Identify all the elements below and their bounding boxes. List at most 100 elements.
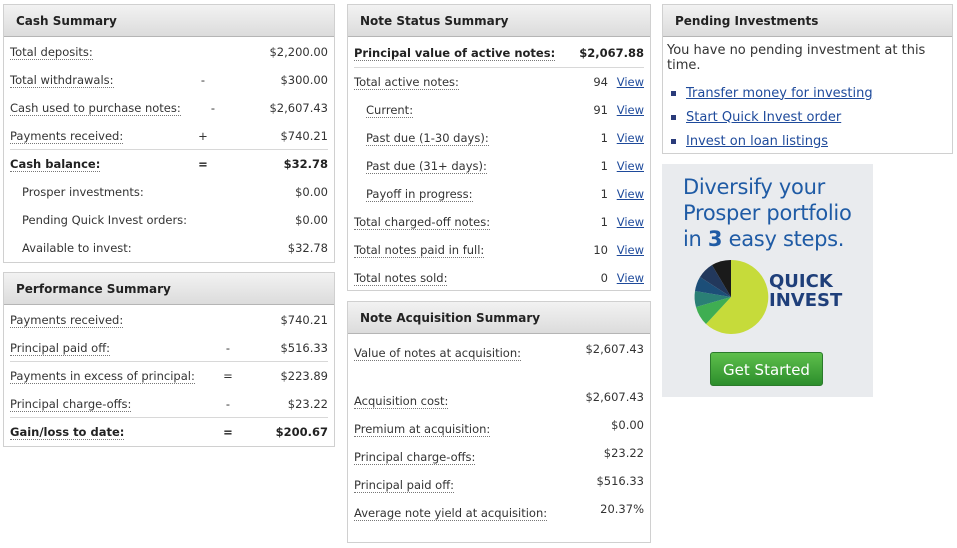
note-label[interactable]: Total notes sold: [354,270,448,286]
view-link[interactable]: View [617,215,644,229]
cash-value: $32.78 [283,156,328,171]
acq-row: Principal charge-offs: $23.22 [354,438,644,466]
perf-row: Payments received: $740.21 [10,305,328,333]
ad-headline-line: in 3 easy steps. [683,226,852,252]
acq-label[interactable]: Acquisition cost: [354,394,449,409]
cash-row-total-deposits: Total deposits: $2,200.00 [10,37,328,65]
acq-row: Value of notes at acquisition: $2,607.43 [354,334,644,382]
cash-label[interactable]: Payments received: [10,128,124,144]
acq-row: Premium at acquisition: $0.00 [354,410,644,438]
bullet-icon [671,114,676,120]
perf-label[interactable]: Gain/loss to date: [10,424,125,440]
pending-message: You have no pending investment at this t… [667,43,926,73]
cash-row-total-withdrawals: Total withdrawals: - $300.00 [10,65,328,93]
note-row: Payoff in progress: 1 View [354,179,644,207]
principal-active-label[interactable]: Principal value of active notes: [354,45,556,61]
perf-value: $223.89 [280,368,328,383]
view-link[interactable]: View [617,271,644,285]
cash-value: $32.78 [287,240,328,255]
pending-investments-panel: Pending Investments You have no pending … [662,4,953,154]
cash-row-payments-received: Payments received: + $740.21 [10,121,328,149]
cash-row-available-to-invest: Available to invest: $32.78 [10,233,328,261]
cash-value: $2,200.00 [269,44,328,59]
quick-invest-ad[interactable]: Diversify your Prosper portfolio in 3 ea… [662,164,873,397]
performance-summary-panel: Performance Summary Payments received: $… [3,272,335,447]
note-row: Total active notes: 94 View [354,67,644,95]
perf-label[interactable]: Principal paid off: [10,340,110,356]
perf-op: - [225,396,231,411]
note-label[interactable]: Current: [366,102,414,118]
note-label[interactable]: Payoff in progress: [366,186,473,202]
cash-label: Prosper investments: [22,184,144,199]
cash-row-pending-quick-invest: Pending Quick Invest orders: $0.00 [10,205,328,233]
acq-value: $516.33 [596,474,644,488]
bullet-icon [671,90,676,96]
cash-value: $0.00 [295,184,328,199]
view-link[interactable]: View [617,243,644,257]
perf-value: $200.67 [275,424,328,439]
cash-value: $0.00 [295,212,328,227]
get-started-button[interactable]: Get Started [710,352,823,386]
cash-label[interactable]: Total withdrawals: [10,72,114,88]
view-link[interactable]: View [617,103,644,117]
cash-row-prosper-investments: Prosper investments: $0.00 [10,177,328,205]
cash-op: - [210,100,216,115]
ad-headline: Diversify your Prosper portfolio in 3 ea… [683,174,852,252]
acq-label[interactable]: Principal charge-offs: [354,450,476,465]
cash-label[interactable]: Total deposits: [10,44,93,60]
note-label[interactable]: Total active notes: [354,74,459,90]
note-count: 94 [593,74,608,89]
pending-investments-title: Pending Investments [663,5,952,37]
pie-chart-icon [694,259,769,334]
ad-headline-line: Diversify your [683,175,825,199]
perf-label[interactable]: Payments received: [10,312,124,328]
acq-row: Principal paid off: $516.33 [354,466,644,494]
transfer-money-link[interactable]: Transfer money for investing [686,86,873,101]
start-quick-invest-link[interactable]: Start Quick Invest order [686,110,841,125]
perf-row: Principal paid off: - $516.33 [10,333,328,361]
principal-active-row: Principal value of active notes: $2,067.… [354,37,644,67]
acq-label[interactable]: Premium at acquisition: [354,422,491,437]
note-label[interactable]: Total charged-off notes: [354,214,491,230]
cash-label[interactable]: Cash balance: [10,156,101,172]
note-count: 0 [600,270,608,285]
cash-op: + [198,128,208,143]
note-status-summary-panel: Note Status Summary Principal value of a… [347,4,651,291]
acq-label[interactable]: Value of notes at acquisition: [354,346,521,361]
cash-row-balance: Cash balance: = $32.78 [10,149,328,177]
logo-line: QUICK [769,271,833,292]
performance-summary-title: Performance Summary [4,273,334,305]
note-count: 1 [600,130,608,145]
acq-label[interactable]: Average note yield at acquisition: [354,506,548,521]
ad-number: 3 [707,227,723,251]
view-link[interactable]: View [617,159,644,173]
note-acquisition-summary-title: Note Acquisition Summary [348,302,650,334]
note-label[interactable]: Past due (31+ days): [366,158,487,174]
note-label[interactable]: Past due (1-30 days): [366,130,489,146]
acq-value: 20.37% [600,502,644,516]
note-label[interactable]: Total notes paid in full: [354,242,485,258]
perf-label[interactable]: Principal charge-offs: [10,396,132,412]
cash-label: Available to invest: [22,240,132,255]
view-link[interactable]: View [617,75,644,89]
view-link[interactable]: View [617,187,644,201]
perf-op: - [225,340,231,355]
cash-label[interactable]: Cash used to purchase notes: [10,100,181,116]
pending-link-item: Invest on loan listings [671,129,948,153]
logo-line: INVEST [769,290,843,311]
perf-label[interactable]: Payments in excess of principal: [10,368,195,384]
cash-row-used-to-purchase: Cash used to purchase notes: - $2,607.43 [10,93,328,121]
acq-label[interactable]: Principal paid off: [354,478,454,493]
note-count: 91 [593,102,608,117]
quick-invest-logo: QUICK INVEST [769,272,842,310]
acq-value: $2,607.43 [585,390,644,404]
view-link[interactable]: View [617,131,644,145]
note-row: Total charged-off notes: 1 View [354,207,644,235]
invest-listings-link[interactable]: Invest on loan listings [686,134,828,149]
cash-value: $740.21 [280,128,328,143]
bullet-icon [671,138,676,144]
perf-value: $23.22 [287,396,328,411]
note-status-summary-title: Note Status Summary [348,5,650,37]
perf-row: Principal charge-offs: - $23.22 [10,389,328,417]
note-row: Total notes paid in full: 10 View [354,235,644,263]
